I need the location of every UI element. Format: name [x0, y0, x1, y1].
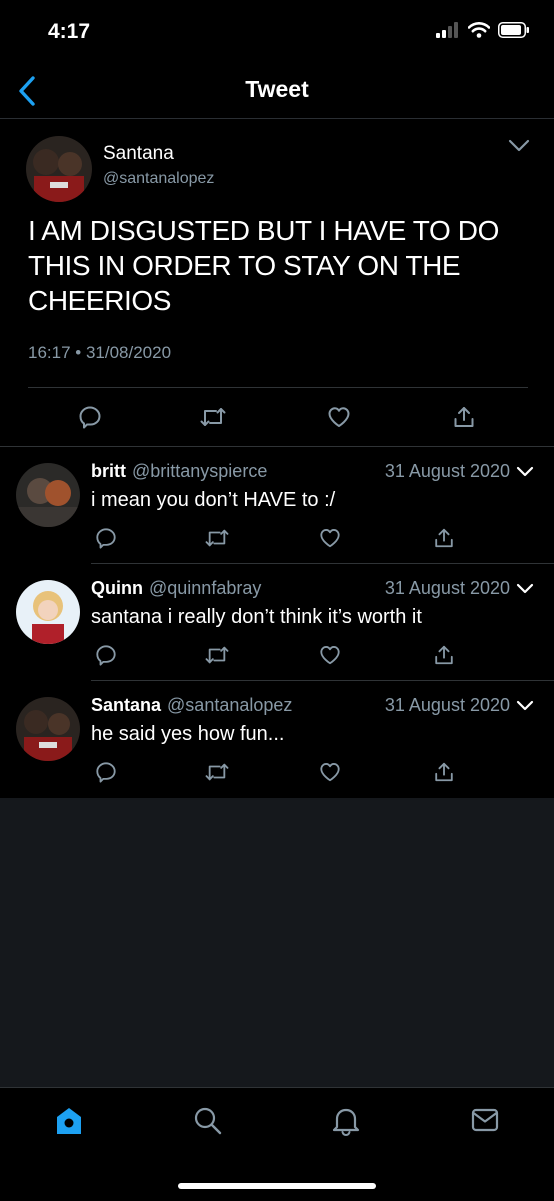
like-icon	[328, 407, 350, 427]
reply-header: Quinn @quinnfabray	[91, 578, 261, 599]
author-name[interactable]: Quinn	[91, 578, 143, 598]
avatar[interactable]	[16, 580, 80, 644]
like-icon	[320, 529, 340, 548]
messages-icon	[471, 1108, 499, 1132]
author-name[interactable]: Santana	[103, 143, 174, 165]
wifi-icon	[468, 22, 490, 38]
author-handle[interactable]: @santanalopez	[167, 695, 292, 715]
chevron-down-icon	[516, 583, 534, 594]
retweet-button[interactable]	[205, 761, 229, 788]
share-icon	[435, 762, 453, 782]
reply-date: 31 August 2020	[384, 695, 510, 715]
retweet-icon	[200, 408, 226, 426]
avatar[interactable]	[16, 463, 80, 527]
retweet-icon	[205, 646, 229, 664]
tweet-options-button[interactable]	[516, 699, 534, 717]
reply-text: he said yes how fun...	[91, 723, 285, 745]
retweet-button[interactable]	[205, 527, 229, 554]
reply-date: 31 August 2020	[384, 578, 510, 598]
chevron-down-icon	[516, 700, 534, 711]
status-bar: 4:17	[0, 0, 554, 66]
reply-icon	[96, 762, 116, 783]
reply-tweet[interactable]: britt @brittanyspierce 31 August 2020 i m…	[0, 447, 554, 564]
signal-icon	[436, 22, 458, 38]
like-icon	[320, 646, 340, 665]
tab-messages[interactable]	[471, 1106, 499, 1139]
share-icon	[454, 407, 474, 427]
reply-header: Santana @santanalopez	[91, 695, 292, 716]
home-icon	[57, 1108, 81, 1134]
tweet-text: I AM DISGUSTED BUT I HAVE TO DO THIS IN …	[28, 215, 499, 316]
avatar[interactable]	[16, 697, 80, 761]
share-button[interactable]	[433, 644, 455, 671]
reply-header: britt @brittanyspierce	[91, 461, 267, 482]
status-icons	[436, 22, 530, 38]
nav-bar: Tweet	[0, 66, 554, 119]
retweet-icon	[205, 763, 229, 781]
retweet-button[interactable]	[205, 644, 229, 671]
like-button[interactable]	[327, 405, 351, 434]
battery-icon	[498, 22, 529, 38]
retweet-button[interactable]	[200, 405, 226, 434]
share-icon	[435, 645, 453, 665]
reply-button[interactable]	[95, 527, 117, 554]
home-indicator[interactable]	[178, 1183, 376, 1189]
reply-date: 31 August 2020	[384, 461, 510, 481]
like-icon	[320, 763, 340, 782]
tab-home[interactable]	[55, 1106, 83, 1141]
reply-icon	[96, 645, 116, 666]
tweet-actions	[0, 399, 554, 439]
share-icon	[435, 528, 453, 548]
reply-tweet[interactable]: Quinn @quinnfabray 31 August 2020 santana…	[0, 564, 554, 681]
reply-text: santana i really don’t think it’s worth …	[91, 606, 422, 628]
retweet-icon	[205, 529, 229, 547]
tab-search[interactable]	[193, 1106, 223, 1141]
reply-button[interactable]	[95, 644, 117, 671]
reply-button[interactable]	[78, 405, 102, 434]
tab-notifications[interactable]	[332, 1106, 360, 1141]
reply-icon	[96, 528, 116, 549]
author-handle[interactable]: @quinnfabray	[149, 578, 261, 598]
share-button[interactable]	[452, 405, 476, 434]
tweet-options-button[interactable]	[516, 465, 534, 483]
like-button[interactable]	[319, 644, 341, 671]
reply-text: i mean you don’t HAVE to :/	[91, 489, 336, 511]
tweet-options-button[interactable]	[508, 139, 530, 158]
share-button[interactable]	[433, 761, 455, 788]
author-handle[interactable]: @brittanyspierce	[132, 461, 267, 481]
status-time: 4:17	[48, 20, 91, 43]
page-title: Tweet	[245, 76, 309, 102]
chevron-down-icon	[508, 139, 530, 152]
divider	[28, 387, 528, 388]
search-icon	[194, 1107, 222, 1135]
reply-icon	[79, 406, 101, 429]
reply-button[interactable]	[95, 761, 117, 788]
like-button[interactable]	[319, 761, 341, 788]
avatar[interactable]	[26, 136, 92, 202]
author-name[interactable]: britt	[91, 461, 126, 481]
reply-tweet[interactable]: Santana @santanalopez 31 August 2020 he s…	[0, 681, 554, 798]
author-handle[interactable]: @santanalopez	[103, 170, 214, 188]
notifications-icon	[332, 1108, 360, 1137]
tweet-options-button[interactable]	[516, 582, 534, 600]
chevron-down-icon	[516, 466, 534, 477]
like-button[interactable]	[319, 527, 341, 554]
share-button[interactable]	[433, 527, 455, 554]
tweet-timestamp: 16:17 • 31/08/2020	[28, 343, 172, 362]
main-tweet: Santana @santanalopez I AM DISGUSTED BUT…	[0, 119, 554, 447]
author-name[interactable]: Santana	[91, 695, 161, 715]
